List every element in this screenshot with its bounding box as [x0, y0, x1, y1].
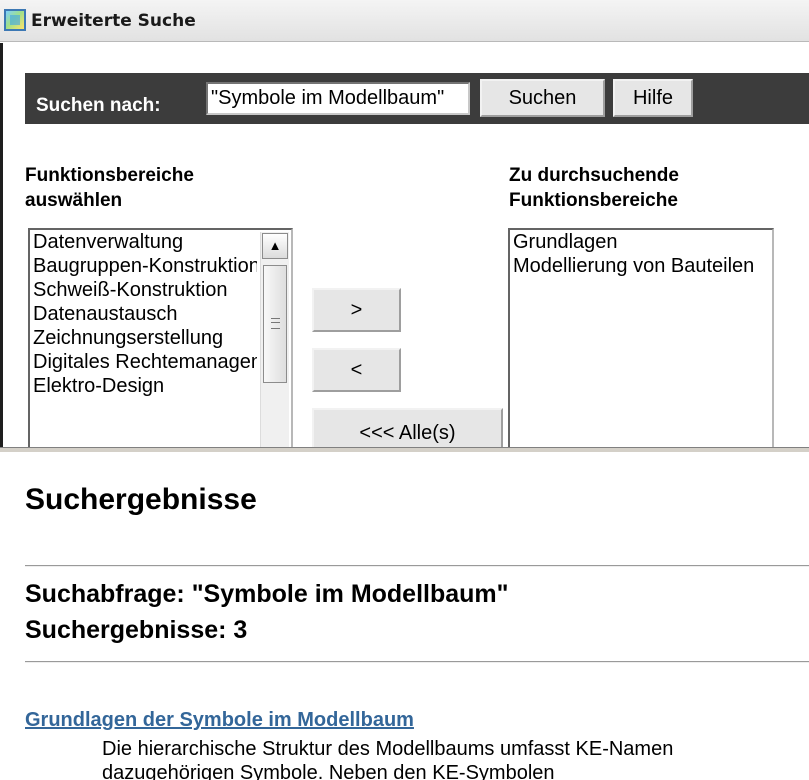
list-item[interactable]: Datenverwaltung: [30, 230, 257, 254]
app-window-icon: [4, 9, 26, 31]
results-heading: Suchergebnisse: [25, 483, 257, 516]
scroll-up-icon[interactable]: ▲: [262, 233, 288, 259]
result-description-line: Die hierarchische Struktur des Modellbau…: [102, 738, 674, 760]
list-item[interactable]: Modellierung von Bauteilen: [510, 254, 768, 278]
window-title: Erweiterte Suche: [31, 11, 196, 31]
results-frame: Suchergebnisse Suchabfrage: "Symbole im …: [0, 453, 809, 780]
list-item[interactable]: Grundlagen: [510, 230, 768, 254]
result-count-line: Suchergebnisse: 3: [25, 616, 248, 644]
available-areas-heading: Funktionsbereiche auswählen: [25, 165, 194, 211]
selected-areas-heading: Zu durchsuchende Funktionsbereiche: [509, 165, 679, 211]
selected-areas-list[interactable]: Grundlagen Modellierung von Bauteilen: [508, 228, 774, 458]
divider: [25, 565, 809, 567]
search-label: Suchen nach:: [36, 95, 161, 116]
list-item[interactable]: Digitales Rechtemanagement: [30, 350, 257, 374]
add-area-button[interactable]: >: [312, 288, 401, 332]
search-button[interactable]: Suchen: [480, 79, 605, 117]
available-areas-list[interactable]: Datenverwaltung Baugruppen-Konstruktion …: [28, 228, 293, 458]
result-description-line: dazugehörigen Symbole. Neben den KE-Symb…: [102, 762, 555, 780]
remove-area-button[interactable]: <: [312, 348, 401, 392]
help-button[interactable]: Hilfe: [613, 79, 693, 117]
list-item[interactable]: Datenaustausch: [30, 302, 257, 326]
search-input[interactable]: [206, 82, 470, 115]
list-scrollbar[interactable]: ▲: [260, 232, 289, 456]
result-description: Die hierarchische Struktur des Modellbau…: [102, 737, 809, 780]
list-item[interactable]: Baugruppen-Konstruktion: [30, 254, 257, 278]
result-link[interactable]: Grundlagen der Symbole im Modellbaum: [25, 709, 414, 732]
list-item[interactable]: Zeichnungserstellung: [30, 326, 257, 350]
window-titlebar: Erweiterte Suche: [0, 0, 809, 42]
divider: [25, 661, 809, 663]
search-query-line: Suchabfrage: "Symbole im Modellbaum": [25, 580, 509, 608]
list-item[interactable]: Schweiß-Konstruktion: [30, 278, 257, 302]
scroll-thumb[interactable]: [263, 265, 287, 383]
grip-icon: [271, 318, 280, 329]
list-item[interactable]: Elektro-Design: [30, 374, 257, 398]
